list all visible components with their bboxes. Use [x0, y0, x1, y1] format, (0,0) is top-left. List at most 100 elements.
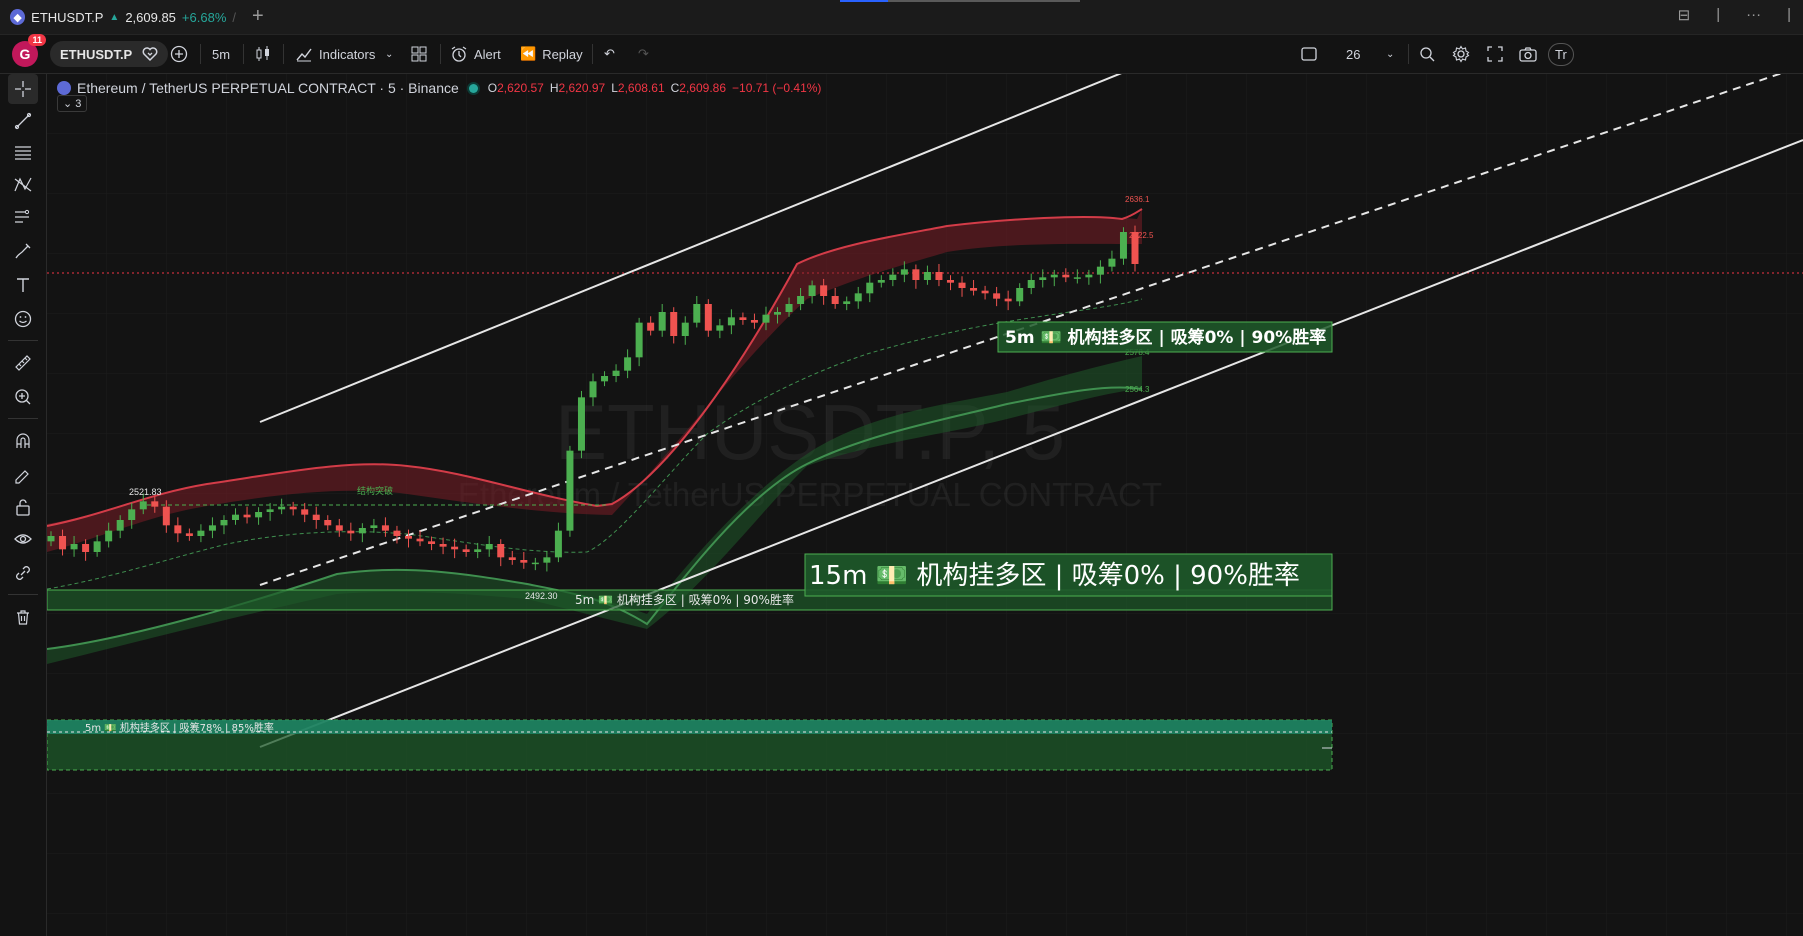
zone-5m-top-label: 5m 💵 机构挂多区 | 吸筹0% | 90%胜率 — [1005, 327, 1326, 348]
lower-band-value: 2564.3 — [1125, 385, 1150, 394]
indicators-button[interactable]: Indicators — [295, 35, 375, 73]
ethereum-icon: ◆ — [10, 9, 26, 25]
remove-drawings-tool[interactable] — [8, 602, 38, 632]
layout-count[interactable]: 26 — [1346, 35, 1360, 73]
candle-body — [439, 544, 447, 547]
layout-button[interactable] — [1300, 35, 1318, 73]
snapshot-button[interactable] — [1518, 35, 1538, 73]
candle-body — [681, 322, 689, 336]
candle-body — [381, 525, 389, 531]
chevron-down-icon: ⌄ — [385, 48, 394, 60]
templates-button[interactable] — [410, 35, 428, 73]
candle-body — [704, 304, 712, 331]
alarm-clock-icon — [451, 46, 467, 62]
candle-body — [727, 317, 735, 326]
magnet-icon — [16, 433, 30, 448]
text-tool[interactable] — [8, 270, 38, 300]
crosshair-tool[interactable] — [8, 74, 38, 104]
layout-icon[interactable]: ⊟ — [1678, 6, 1691, 24]
candle-body — [774, 312, 782, 315]
unlock-icon — [16, 499, 30, 516]
candle-body — [185, 533, 193, 536]
quick-search-button[interactable] — [1418, 35, 1436, 73]
zoom-tool[interactable] — [8, 382, 38, 412]
candle-body — [923, 272, 931, 280]
indicators-label: Indicators — [319, 46, 376, 62]
keep-drawing-tool[interactable] — [8, 460, 38, 490]
trend-line-tool[interactable] — [8, 106, 38, 136]
chart-legend[interactable]: Ethereum / TetherUS PERPETUAL CONTRACT ·… — [57, 80, 821, 96]
forecast-tool[interactable] — [8, 202, 38, 232]
alert-button[interactable]: Alert — [450, 35, 501, 73]
layout-dropdown[interactable]: ⌄ — [1386, 35, 1394, 73]
candle-body — [566, 450, 574, 531]
indicators-collapse-button[interactable]: ⌄ 3 — [57, 95, 88, 112]
lock-drawings-tool[interactable] — [8, 492, 38, 522]
sync-drawings-tool[interactable] — [8, 558, 38, 588]
more-icon[interactable]: ··· — [1746, 6, 1761, 24]
high-key: H — [549, 81, 559, 95]
open-key: O — [487, 81, 498, 95]
pattern-tool[interactable] — [8, 170, 38, 200]
candle-body — [808, 285, 816, 296]
legend-title: Ethereum / TetherUS PERPETUAL CONTRACT ·… — [77, 80, 459, 96]
candle-body — [208, 525, 216, 531]
trade-button[interactable]: Tr — [1548, 35, 1574, 73]
heart-icon[interactable] — [142, 46, 158, 62]
candle-body — [370, 525, 378, 528]
candles-icon — [256, 46, 269, 61]
magnet-tool[interactable] — [8, 426, 38, 456]
symbol-tab[interactable]: ◆ ETHUSDT.P ▲ 2,609.85 +6.68% / — [0, 0, 236, 34]
brush-icon — [15, 243, 31, 259]
replay-button[interactable]: ⏪ Replay — [520, 35, 583, 73]
text-icon — [17, 278, 29, 292]
emoji-tool[interactable] — [8, 304, 38, 334]
candle-body — [750, 320, 758, 323]
undo-button[interactable]: ↶ — [604, 35, 615, 73]
undo-icon: ↶ — [604, 46, 615, 61]
hide-drawings-tool[interactable] — [8, 524, 38, 554]
chart-type-button[interactable] — [255, 35, 271, 73]
user-menu[interactable]: G 11 — [12, 34, 46, 73]
price-chart[interactable]: ETHUSDT.P, 5 Ethereum / TetherUS PERPETU… — [47, 74, 1803, 936]
candle-body — [866, 282, 874, 294]
avatar[interactable]: G 11 — [12, 34, 46, 67]
candle-body — [93, 541, 101, 552]
candle-body — [1016, 288, 1024, 302]
fib-tool[interactable] — [8, 138, 38, 168]
zoom-in-icon — [15, 389, 31, 405]
candle-body — [889, 274, 897, 280]
market-status-dot — [468, 83, 478, 93]
square-layout-icon — [1301, 47, 1317, 61]
add-tab-button[interactable]: + — [252, 6, 264, 26]
candle-body — [70, 544, 78, 550]
brush-tool[interactable] — [8, 236, 38, 266]
symbol-search-button[interactable]: ETHUSDT.P — [50, 35, 169, 73]
settings-button[interactable] — [1452, 35, 1470, 73]
low-value: 2,608.61 — [617, 81, 665, 95]
indicators-dropdown[interactable]: ⌄ — [385, 35, 393, 73]
candle-body — [993, 293, 1001, 299]
interval-button[interactable]: 5m — [212, 35, 230, 73]
chevron-down-icon: ⌄ — [1386, 48, 1395, 60]
candle-body — [1062, 274, 1070, 278]
loading-indicator — [840, 0, 888, 2]
indicators-icon — [296, 48, 312, 62]
horizontal-lines-icon — [15, 146, 31, 160]
price-value-label: 2622.5 — [1129, 231, 1154, 240]
fullscreen-button[interactable] — [1486, 35, 1504, 73]
tab-change: +6.68% — [181, 9, 227, 25]
candle-body — [485, 544, 493, 550]
candle-body — [105, 530, 113, 542]
redo-icon: ↷ — [638, 46, 649, 61]
trend-line-icon — [14, 112, 32, 130]
compare-button[interactable] — [170, 35, 188, 73]
redo-button[interactable]: ↷ — [638, 35, 649, 73]
tab-price: 2,609.85 — [125, 9, 176, 25]
gear-icon — [1452, 45, 1470, 63]
candle-body — [716, 325, 724, 331]
tab-bar-actions: ⊟ | ··· | — [1678, 6, 1791, 24]
pencil-lock-icon — [15, 470, 29, 484]
candle-body — [312, 514, 320, 520]
measure-tool[interactable] — [8, 348, 38, 378]
